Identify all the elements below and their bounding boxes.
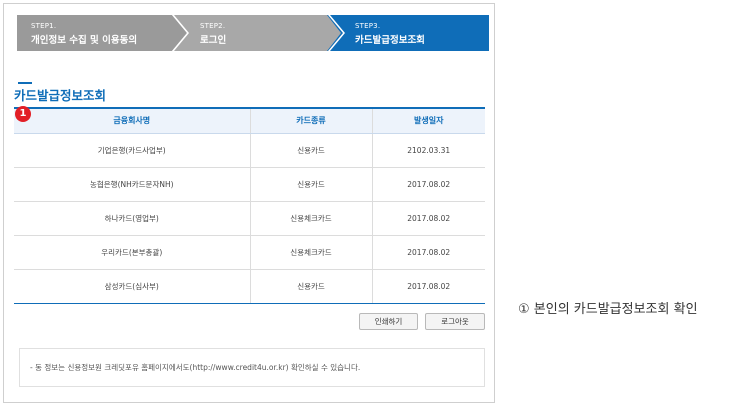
cell-issue-date: 2017.08.02 <box>371 269 485 304</box>
title-accent-bar <box>18 82 32 84</box>
cell-institution: 농협은행(NH카드문자NH) <box>14 167 250 202</box>
step-3-label: 카드발급정보조회 <box>355 35 425 46</box>
header-issue-date: 발생일자 <box>371 107 485 134</box>
cell-card-type: 신용카드 <box>249 269 372 304</box>
cell-institution: 하나카드(영업부) <box>14 201 250 236</box>
cell-issue-date: 2102.03.31 <box>371 133 485 168</box>
annotation-badge: 1 <box>15 106 31 122</box>
step-1: STEP1. 개인정보 수집 및 이용동의 <box>17 15 187 51</box>
print-button[interactable]: 인쇄하기 <box>359 313 418 330</box>
cell-card-type: 신용체크카드 <box>249 235 372 270</box>
card-issuance-table: 금융회사명 카드종류 발생일자 기업은행(카드사업부) 신용카드 2102.03… <box>14 107 485 304</box>
table-row: 하나카드(영업부) 신용체크카드 2017.08.02 <box>14 201 485 236</box>
cell-issue-date: 2017.08.02 <box>371 201 485 236</box>
cell-issue-date: 2017.08.02 <box>371 235 485 270</box>
page-title: 카드발급정보조회 <box>14 88 107 103</box>
table-row: 기업은행(카드사업부) 신용카드 2102.03.31 <box>14 133 485 168</box>
cell-institution: 삼성카드(심사부) <box>14 269 250 304</box>
step-2: STEP2. 로그인 <box>173 15 343 51</box>
cell-institution: 기업은행(카드사업부) <box>14 133 250 168</box>
table-header-row: 금융회사명 카드종류 발생일자 <box>14 107 485 134</box>
header-institution: 금융회사명 <box>14 107 250 134</box>
table-row: 삼성카드(심사부) 신용카드 2017.08.02 <box>14 269 485 304</box>
logout-button[interactable]: 로그아웃 <box>425 313 485 330</box>
table-row: 농협은행(NH카드문자NH) 신용카드 2017.08.02 <box>14 167 485 202</box>
info-notice: - 동 정보는 신용정보원 크레딧포유 홈페이지에서도(http://www.c… <box>19 348 485 387</box>
cell-card-type: 신용체크카드 <box>249 201 372 236</box>
table-row: 우리카드(본부총괄) 신용체크카드 2017.08.02 <box>14 235 485 270</box>
annotation-caption: ① 본인의 카드발급정보조회 확인 <box>518 302 698 317</box>
step-2-number: STEP2. <box>200 22 226 30</box>
step-3-active: STEP3. 카드발급정보조회 <box>327 15 489 51</box>
step-1-label: 개인정보 수집 및 이용동의 <box>31 35 138 46</box>
header-card-type: 카드종류 <box>249 107 372 134</box>
cell-card-type: 신용카드 <box>249 167 372 202</box>
step-progress-bar: STEP1. 개인정보 수집 및 이용동의 STEP2. 로그인 STEP3. … <box>17 15 489 51</box>
cell-card-type: 신용카드 <box>249 133 372 168</box>
cell-institution: 우리카드(본부총괄) <box>14 235 250 270</box>
step-1-number: STEP1. <box>31 22 57 30</box>
cell-issue-date: 2017.08.02 <box>371 167 485 202</box>
step-3-number: STEP3. <box>355 22 381 30</box>
step-2-label: 로그인 <box>200 35 227 46</box>
